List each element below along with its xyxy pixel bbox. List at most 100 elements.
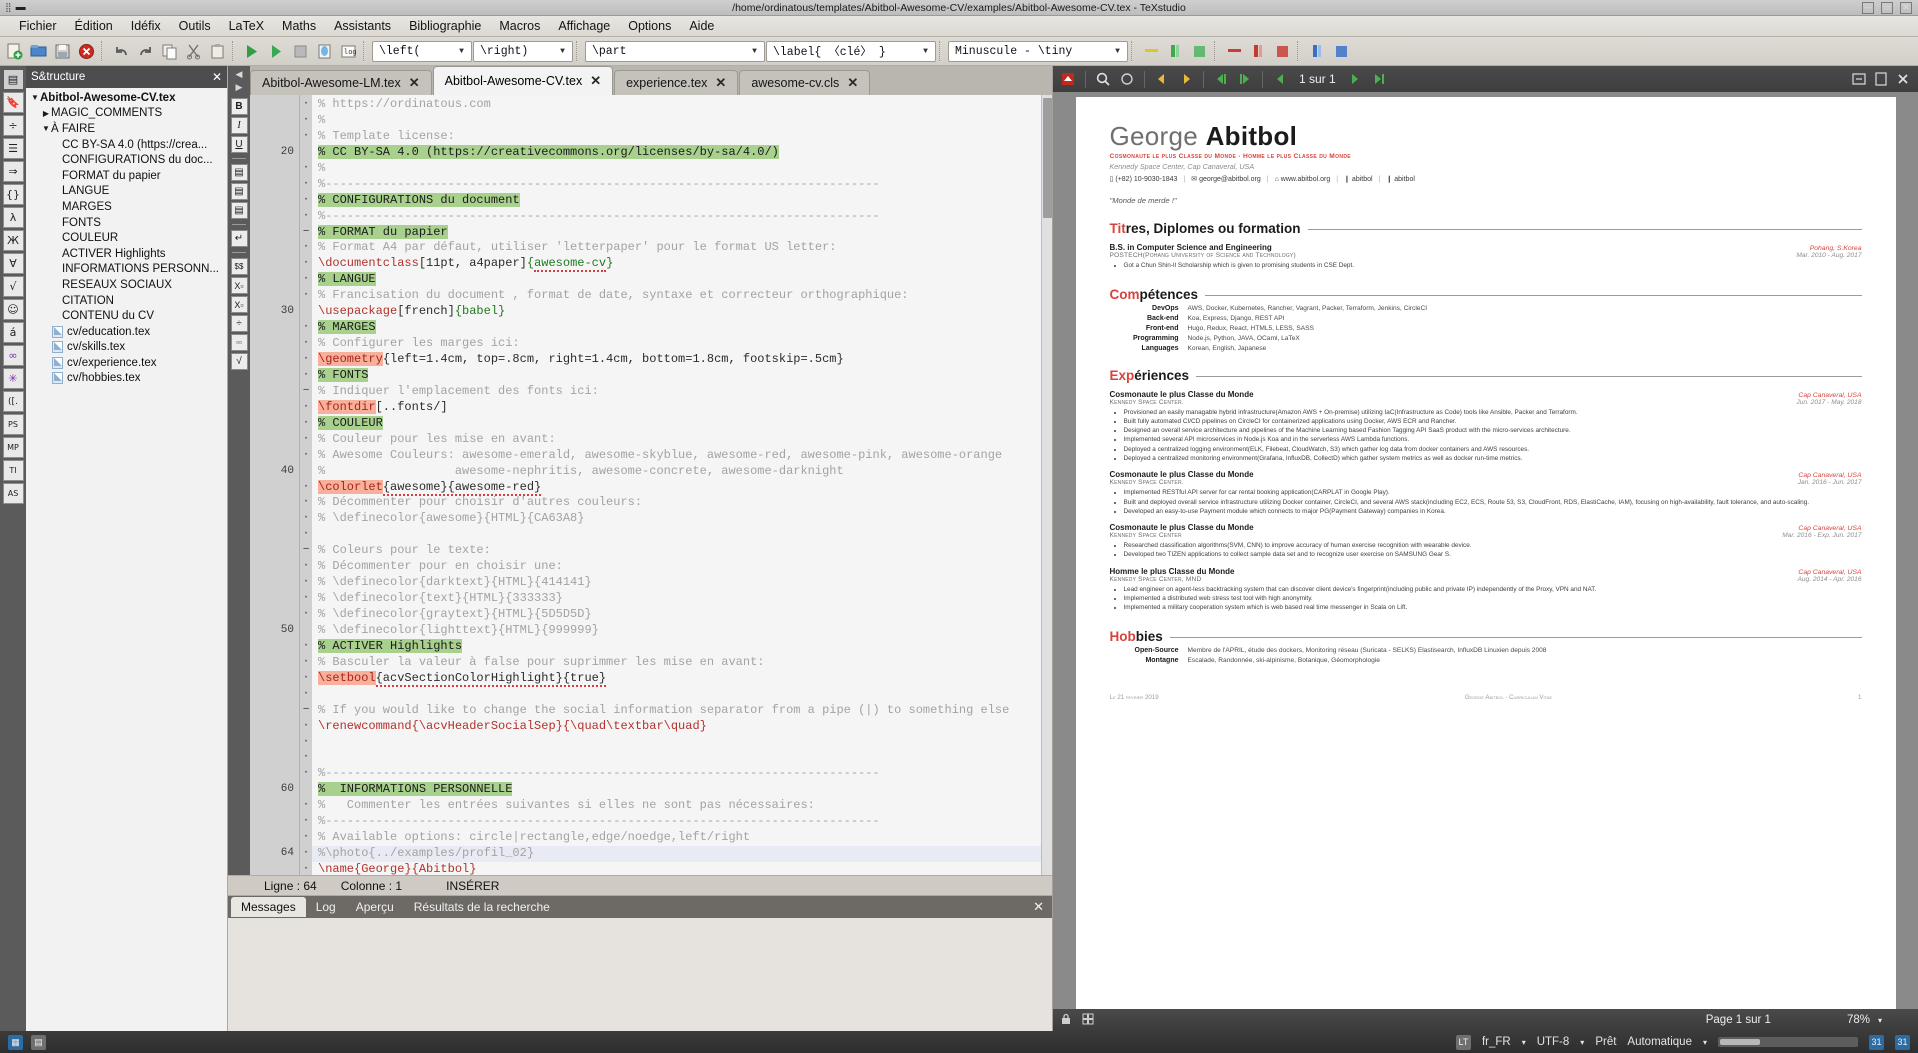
code-line[interactable]: \documentclass[11pt, a4paper]{awesome-cv… <box>312 256 1041 273</box>
fold-marker[interactable]: · <box>300 671 312 687</box>
windows-icon[interactable]: ▤ <box>31 1034 46 1050</box>
metapost-icon[interactable]: MP <box>2 437 24 458</box>
fold-marker[interactable]: · <box>300 288 312 304</box>
left-delimiter-combo[interactable]: \left( ▼ <box>372 40 472 62</box>
code-line[interactable]: % COULEUR <box>312 415 1041 432</box>
code-line[interactable]: \setbool{acvSectionColorHighlight}{true} <box>312 670 1041 687</box>
structure-item[interactable]: MARGES <box>26 199 227 215</box>
structure-item[interactable]: ACTIVER Highlights <box>26 246 227 262</box>
fold-marker[interactable]: · <box>300 735 312 751</box>
structure-file-item[interactable]: cv/education.tex <box>26 324 227 340</box>
code-line[interactable]: % FORMAT du papier <box>312 224 1041 241</box>
highlight-green-icon[interactable] <box>1164 40 1187 63</box>
magnify-icon[interactable] <box>1116 69 1138 90</box>
scroll-thumb[interactable] <box>1720 1039 1760 1045</box>
fit-page-icon[interactable] <box>1870 69 1892 90</box>
highlight-green2-icon[interactable] <box>1188 40 1211 63</box>
code-line[interactable]: % ACTIVER Highlights <box>312 638 1041 655</box>
fold-marker[interactable]: − <box>300 703 312 719</box>
label-combo[interactable]: \label{ 〈clé〉 } ▼ <box>766 40 936 62</box>
code-line[interactable]: \name{George}{Abitbol} <box>312 862 1041 875</box>
code-line[interactable]: % Format A4 par défaut, utiliser 'letter… <box>312 240 1041 256</box>
undo-icon[interactable] <box>110 40 133 63</box>
next-page-icon[interactable] <box>1234 69 1256 90</box>
locale-chevron-icon[interactable]: ▾ <box>1522 1038 1526 1047</box>
menu-outils[interactable]: Outils <box>170 17 220 35</box>
close-button[interactable]: ✕ <box>1900 1 1912 14</box>
close-document-icon[interactable] <box>75 40 98 63</box>
code-line[interactable] <box>312 527 1041 543</box>
fold-marker[interactable] <box>300 304 312 320</box>
pdf-icon[interactable] <box>1057 69 1079 90</box>
fold-marker[interactable]: · <box>300 256 312 272</box>
code-line[interactable]: % Francisation du document , format de d… <box>312 288 1041 304</box>
fold-marker[interactable]: · <box>300 193 312 209</box>
close-icon[interactable]: ✕ <box>212 70 222 84</box>
check-icon[interactable]: √ <box>2 276 24 297</box>
prev-page-icon[interactable] <box>1210 69 1232 90</box>
fold-marker[interactable]: · <box>300 129 312 145</box>
zoom-chevron-icon[interactable]: ▾ <box>1878 1016 1882 1025</box>
highlight-red-icon[interactable] <box>1247 40 1270 63</box>
fold-marker[interactable]: · <box>300 559 312 575</box>
code-line[interactable]: % INFORMATIONS PERSONNELLE <box>312 782 1041 798</box>
fold-marker[interactable]: · <box>300 719 312 735</box>
tab-messages[interactable]: Messages <box>231 897 306 917</box>
fold-marker[interactable]: · <box>300 416 312 432</box>
text-color-yellow-icon[interactable] <box>1140 40 1163 63</box>
italic-icon[interactable]: I <box>230 117 248 134</box>
asymptote-icon[interactable]: AS <box>2 483 24 504</box>
code-line[interactable]: %---------------------------------------… <box>312 177 1041 193</box>
fold-marker[interactable] <box>300 782 312 798</box>
chevron-down-icon[interactable]: ▼ <box>30 93 40 102</box>
save-document-icon[interactable] <box>51 40 74 63</box>
code-line[interactable]: % LANGUE <box>312 272 1041 288</box>
structure-icon[interactable]: ▤ <box>2 69 24 90</box>
code-line[interactable]: % <box>312 161 1041 177</box>
tikz-icon[interactable]: TI <box>2 460 24 481</box>
binomial-icon[interactable]: ▫▫ <box>230 334 248 351</box>
tab-scroll-right-icon[interactable]: ▶ <box>236 82 243 93</box>
document-tab[interactable]: Abitbol-Awesome-LM.tex ✕ <box>250 70 432 95</box>
fold-marker[interactable]: · <box>300 177 312 193</box>
tab-apercu[interactable]: Aperçu <box>345 897 404 917</box>
subscript-icon[interactable]: X▫ <box>230 277 248 294</box>
fold-marker[interactable]: · <box>300 687 312 703</box>
fold-marker[interactable]: · <box>300 607 312 623</box>
smiley-icon[interactable]: ☺ <box>2 299 24 320</box>
new-document-icon[interactable] <box>3 40 26 63</box>
structure-item[interactable]: ▼ À FAIRE <box>26 121 227 137</box>
fold-marker[interactable]: · <box>300 591 312 607</box>
fold-marker[interactable]: · <box>300 240 312 256</box>
arrow-icon[interactable]: ⇒ <box>2 161 24 182</box>
close-icon[interactable]: ✕ <box>1033 899 1044 915</box>
code-line[interactable]: %---------------------------------------… <box>312 814 1041 830</box>
encoding-label[interactable]: UTF-8 <box>1537 1036 1570 1048</box>
code-line[interactable]: % Couleur pour les mise en avant: <box>312 432 1041 448</box>
fold-marker[interactable]: · <box>300 320 312 336</box>
menu-bibliographie[interactable]: Bibliographie <box>400 17 490 35</box>
menu-assistants[interactable]: Assistants <box>325 17 400 35</box>
fraction-icon[interactable]: ÷ <box>230 315 248 332</box>
underline-icon[interactable]: U <box>230 136 248 153</box>
view-log-icon[interactable]: log <box>337 40 360 63</box>
superscript-icon[interactable]: X▫ <box>230 296 248 313</box>
quick-build-icon[interactable] <box>265 40 288 63</box>
menu-affichage[interactable]: Affichage <box>549 17 619 35</box>
code-line[interactable]: \usepackage[french]{babel} <box>312 304 1041 320</box>
pdf-zoom-level[interactable]: 78% <box>1847 1014 1870 1026</box>
editor-vertical-scrollbar[interactable] <box>1041 95 1052 875</box>
fold-marker[interactable]: · <box>300 798 312 814</box>
menu-macros[interactable]: Macros <box>490 17 549 35</box>
document-tab[interactable]: awesome-cv.cls ✕ <box>739 70 871 95</box>
code-line[interactable]: % Coleurs pour le texte: <box>312 543 1041 559</box>
fold-marker[interactable] <box>300 623 312 639</box>
code-line[interactable]: \renewcommand{\acvHeaderSocialSep}{\quad… <box>312 719 1041 735</box>
postscript-icon[interactable]: PS <box>2 414 24 435</box>
menu-maths[interactable]: Maths <box>273 17 325 35</box>
code-line[interactable]: % awesome-nephritis, awesome-concrete, a… <box>312 464 1041 480</box>
structure-item[interactable]: COULEUR <box>26 230 227 246</box>
bookmark-icon[interactable]: 🔖 <box>2 92 24 113</box>
braces-icon[interactable]: {} <box>2 184 24 205</box>
fold-marker[interactable] <box>300 145 312 161</box>
